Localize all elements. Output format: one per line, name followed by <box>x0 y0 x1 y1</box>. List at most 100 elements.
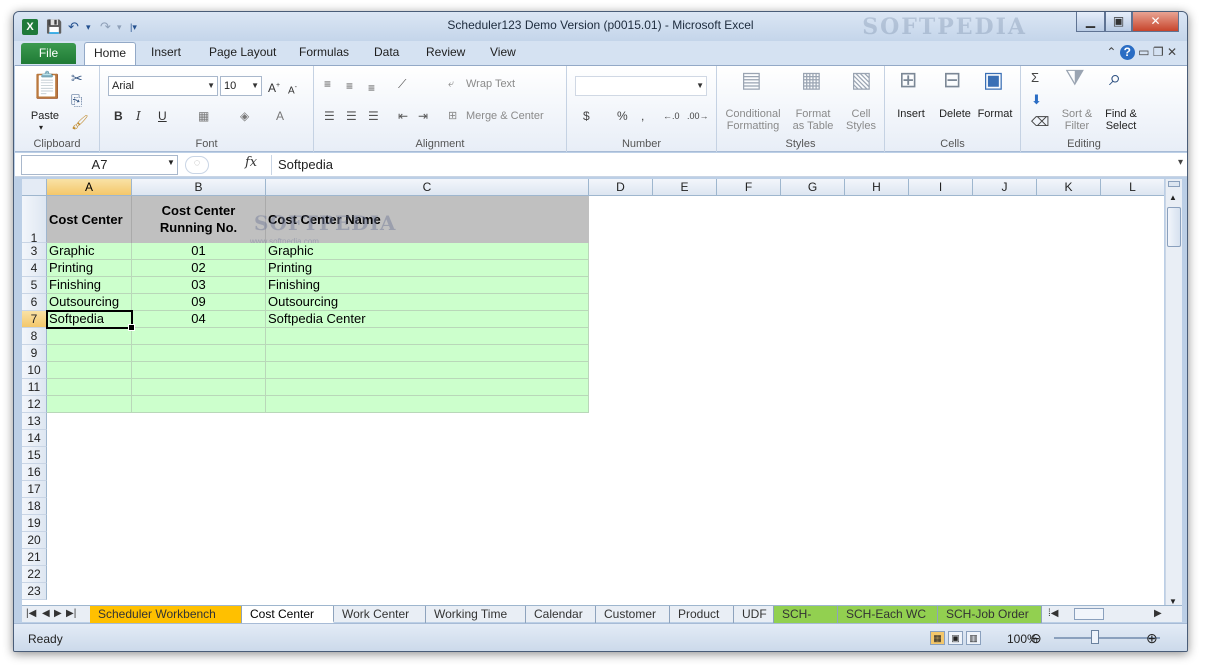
row-header-13[interactable]: 13 <box>22 413 47 430</box>
grow-font-icon[interactable]: A+ <box>268 78 280 96</box>
tab-page-layout[interactable]: Page Layout <box>209 45 276 59</box>
header-cost-center[interactable]: Cost Center <box>47 196 132 243</box>
vertical-scrollbar[interactable]: ▲ ▼ <box>1165 179 1182 613</box>
normal-view-icon[interactable]: ▦ <box>930 631 945 645</box>
font-size-select[interactable]: 10 ▼ <box>220 76 262 96</box>
collapse-ribbon-icon[interactable]: ⌃ <box>1106 45 1116 59</box>
zoom-out-icon[interactable]: ⊖ <box>1030 630 1042 647</box>
worksheet-grid[interactable]: A B C D E F G H I J K L 1 3 4 5 6 7 8 9 … <box>22 179 1164 613</box>
decrease-indent-icon[interactable]: ⇤ <box>398 108 408 124</box>
table-cell-a[interactable] <box>47 345 132 362</box>
zoom-slider-thumb[interactable] <box>1091 630 1099 644</box>
align-left-icon[interactable]: ☰ <box>324 108 335 124</box>
format-painter-icon[interactable]: 🖌 <box>71 114 89 130</box>
row-header-18[interactable]: 18 <box>22 498 47 515</box>
merge-center-button[interactable]: Merge & Center <box>466 110 544 122</box>
tab-formulas[interactable]: Formulas <box>299 45 349 59</box>
row-header-15[interactable]: 15 <box>22 447 47 464</box>
copy-icon[interactable]: ⎘ <box>71 92 82 108</box>
row-header-11[interactable]: 11 <box>22 379 47 396</box>
increase-decimal-icon[interactable]: ←.0 <box>663 108 680 124</box>
column-header-l[interactable]: L <box>1101 179 1164 196</box>
table-cell-c[interactable]: Outsourcing <box>266 294 589 311</box>
row-header-22[interactable]: 22 <box>22 566 47 583</box>
sheet-tab-product[interactable]: Product <box>670 606 734 623</box>
column-header-e[interactable]: E <box>653 179 717 196</box>
expand-formula-bar-icon[interactable]: ▾ <box>1178 157 1183 168</box>
number-format-select[interactable]: ▼ <box>575 76 707 96</box>
close-workbook-icon[interactable]: ✕ <box>1167 45 1177 59</box>
row-header-17[interactable]: 17 <box>22 481 47 498</box>
row-header-1[interactable]: 1 <box>22 196 47 245</box>
sheet-tab-calendar[interactable]: Calendar <box>526 606 596 623</box>
table-cell-c[interactable] <box>266 345 589 362</box>
tab-insert[interactable]: Insert <box>151 45 181 59</box>
insert-function-icon[interactable]: fx <box>245 155 257 170</box>
table-cell-b[interactable] <box>132 345 266 362</box>
table-cell-a[interactable] <box>47 328 132 345</box>
split-box-icon[interactable] <box>1168 181 1180 187</box>
column-header-a[interactable]: A <box>47 179 132 196</box>
help-icon[interactable]: ? <box>1119 45 1135 60</box>
page-break-view-icon[interactable]: ▥ <box>966 631 981 645</box>
sheet-tab-sch-each-wc[interactable]: SCH-Each WC <box>838 606 938 623</box>
table-cell-c[interactable] <box>266 328 589 345</box>
table-cell-a[interactable]: Finishing <box>47 277 132 294</box>
row-header-5[interactable]: 5 <box>22 277 47 294</box>
close-button[interactable]: ✕ <box>1132 12 1179 32</box>
fill-icon[interactable]: ⬇ <box>1031 92 1042 108</box>
column-header-i[interactable]: I <box>909 179 973 196</box>
orientation-icon[interactable]: ⟋ <box>398 76 406 92</box>
tab-split-icon[interactable]: ⁞◀ <box>1048 606 1058 622</box>
delete-cells-button[interactable]: Delete <box>935 108 975 120</box>
align-right-icon[interactable]: ☰ <box>368 108 379 124</box>
row-header-3[interactable]: 3 <box>22 243 47 260</box>
sort-filter-button[interactable]: Sort & Filter <box>1057 108 1097 132</box>
align-middle-icon[interactable]: ≡ <box>346 78 353 94</box>
table-cell-c[interactable] <box>266 362 589 379</box>
page-layout-view-icon[interactable]: ▣ <box>948 631 963 645</box>
increase-indent-icon[interactable]: ⇥ <box>418 108 428 124</box>
table-cell-b[interactable] <box>132 379 266 396</box>
row-header-14[interactable]: 14 <box>22 430 47 447</box>
prev-sheet-icon[interactable]: ◀ <box>42 606 50 622</box>
tab-file[interactable]: File <box>21 43 76 64</box>
row-header-20[interactable]: 20 <box>22 532 47 549</box>
name-box-dropdown-icon[interactable]: ▼ <box>167 158 175 167</box>
column-header-h[interactable]: H <box>845 179 909 196</box>
maximize-button[interactable]: ▣ <box>1105 12 1132 32</box>
tab-review[interactable]: Review <box>426 45 465 59</box>
column-header-b[interactable]: B <box>132 179 266 196</box>
sheet-tab-cost-center[interactable]: Cost Center <box>242 606 334 623</box>
row-header-21[interactable]: 21 <box>22 549 47 566</box>
row-header-19[interactable]: 19 <box>22 515 47 532</box>
table-cell-b[interactable]: 03 <box>132 277 266 294</box>
paste-button[interactable]: Paste <box>25 110 65 122</box>
autosum-icon[interactable]: Σ <box>1031 70 1039 86</box>
percent-icon[interactable]: % <box>617 108 628 124</box>
row-header-9[interactable]: 9 <box>22 345 47 362</box>
row-header-12[interactable]: 12 <box>22 396 47 413</box>
table-cell-a[interactable]: Graphic <box>47 243 132 260</box>
sheet-tab-udf[interactable]: UDF <box>734 606 774 623</box>
conditional-formatting-button[interactable]: Conditional Formatting <box>721 108 785 132</box>
shrink-font-icon[interactable]: A- <box>288 80 297 99</box>
row-header-4[interactable]: 4 <box>22 260 47 277</box>
clear-icon[interactable]: ⌫ <box>1031 114 1049 130</box>
scroll-thumb[interactable] <box>1167 207 1181 247</box>
fill-color-icon[interactable]: ◈ <box>240 108 249 124</box>
table-cell-b[interactable]: 04 <box>132 311 266 328</box>
column-header-g[interactable]: G <box>781 179 845 196</box>
align-bottom-icon[interactable]: ≡ <box>368 80 375 96</box>
tab-view[interactable]: View <box>490 45 516 59</box>
formula-expand-icon[interactable]: ◌ <box>185 156 209 174</box>
table-cell-c[interactable] <box>266 396 589 413</box>
row-header-16[interactable]: 16 <box>22 464 47 481</box>
wrap-text-button[interactable]: Wrap Text <box>466 78 515 90</box>
tab-data[interactable]: Data <box>374 45 399 59</box>
first-sheet-icon[interactable]: |◀ <box>26 606 36 622</box>
column-header-c[interactable]: C <box>266 179 589 196</box>
header-running-no[interactable]: Cost Center Running No. <box>132 196 266 243</box>
row-header-10[interactable]: 10 <box>22 362 47 379</box>
align-top-icon[interactable]: ≡ <box>324 76 331 92</box>
